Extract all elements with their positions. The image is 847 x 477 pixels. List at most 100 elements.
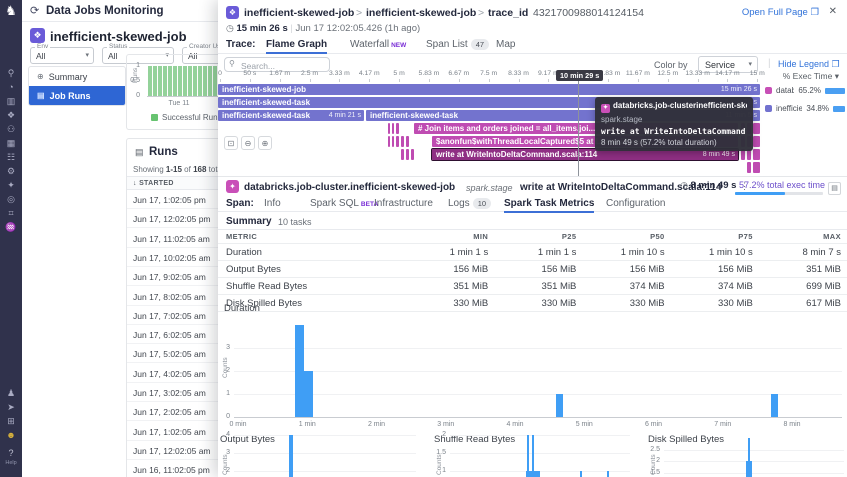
flame-span[interactable]: inefficient-skewed-job15 min 26 s <box>218 84 760 95</box>
table-row[interactable]: Jun 17, 1:02:05 am <box>127 422 218 441</box>
flame-span-fragment[interactable] <box>753 123 760 134</box>
flame-span-fragment[interactable] <box>401 149 404 160</box>
table-row[interactable]: Jun 17, 4:02:05 am <box>127 364 218 383</box>
table-row[interactable]: Jun 16, 11:02:05 pm <box>127 460 218 477</box>
clock-icon: ◷ <box>680 180 688 190</box>
legend-header[interactable]: % Exec Time ▾ <box>765 71 839 82</box>
breadcrumb-job[interactable]: inefficient-skewed-job <box>244 7 354 19</box>
tab-map[interactable]: Map <box>496 39 515 50</box>
legend-item[interactable]: inefficient-ske...34.8% <box>765 104 845 113</box>
column-header[interactable]: METRIC <box>218 232 406 241</box>
hide-legend-link[interactable]: Hide Legend ❐ <box>778 59 840 70</box>
breadcrumb-task[interactable]: inefficient-skewed-job <box>366 7 476 19</box>
shortcuts-icon[interactable]: ➤ <box>0 400 22 414</box>
tab-spark-task-metrics[interactable]: Spark Task Metrics <box>504 198 594 209</box>
reset-zoom-icon[interactable]: ⊡ <box>224 136 238 150</box>
started-column-header[interactable]: ↓ STARTED <box>133 180 174 187</box>
search-icon[interactable]: ⚲ <box>0 66 22 80</box>
close-icon[interactable]: ✕ <box>829 6 837 17</box>
gridline <box>234 453 416 454</box>
flame-span-fragment[interactable] <box>753 162 760 173</box>
table-row[interactable]: Jun 17, 5:02:05 am <box>127 344 218 363</box>
histogram-bar[interactable] <box>289 435 294 477</box>
y-tick: 1 <box>126 62 140 69</box>
trace-id-value[interactable]: 4321700988014124154 <box>533 7 644 19</box>
table-row[interactable]: Jun 17, 12:02:05 pm <box>127 209 218 228</box>
histogram-bar[interactable] <box>304 371 312 417</box>
table-row[interactable]: Jun 17, 6:02:05 am <box>127 325 218 344</box>
flame-span-fragment[interactable] <box>392 123 394 134</box>
panel-toggle-icon[interactable]: ▤ <box>828 182 841 195</box>
account-icon[interactable]: ☻ <box>0 428 22 442</box>
column-header[interactable]: P75 <box>671 232 759 241</box>
histogram-bar[interactable] <box>607 471 610 477</box>
flame-span-fragment[interactable] <box>753 149 760 160</box>
settings-icon[interactable]: ⚙ <box>0 164 22 178</box>
flame-span-fragment[interactable] <box>392 136 394 147</box>
tab-spark-sql[interactable]: Spark SQLBETA <box>310 198 378 209</box>
tab-waterfall[interactable]: WaterfallNEW <box>350 39 406 50</box>
filter-env[interactable]: EnvAll▾ <box>30 47 94 64</box>
flame-span-fragment[interactable] <box>388 123 390 134</box>
flame-span-fragment[interactable] <box>406 136 409 147</box>
legend-item[interactable]: databricks.job-...65.2% <box>765 86 845 95</box>
open-full-page-link[interactable]: Open Full Page ❐ <box>742 7 819 18</box>
column-header[interactable]: MAX <box>759 232 847 241</box>
apm-icon[interactable]: ❖ <box>0 108 22 122</box>
zoom-in-icon[interactable]: ⊕ <box>258 136 272 150</box>
integrations-icon[interactable]: ✦ <box>0 178 22 192</box>
tab-flame-graph[interactable]: Flame Graph <box>266 39 327 50</box>
histogram-bar[interactable] <box>527 435 530 477</box>
table-row[interactable]: Jun 17, 12:02:05 am <box>127 441 218 460</box>
flame-span-fragment[interactable] <box>396 123 399 134</box>
chart-bar <box>153 66 157 96</box>
tab-span-list[interactable]: Span List47 <box>426 39 489 50</box>
workflows-icon[interactable]: ♟ <box>0 386 22 400</box>
flame-span-fragment[interactable] <box>753 136 760 147</box>
histogram-bar[interactable] <box>295 325 303 417</box>
table-row[interactable]: Jun 17, 3:02:05 am <box>127 383 218 402</box>
column-header[interactable]: P25 <box>494 232 582 241</box>
metrics-icon[interactable]: ▥ <box>0 94 22 108</box>
table-row[interactable]: Jun 17, 10:02:05 am <box>127 248 218 267</box>
synthetics-icon[interactable]: ◎ <box>0 192 22 206</box>
zoom-out-icon[interactable]: ⊖ <box>241 136 255 150</box>
histogram-bar[interactable] <box>580 471 583 477</box>
tab-configuration[interactable]: Configuration <box>606 198 665 209</box>
flame-span-fragment[interactable] <box>747 162 751 173</box>
flame-span-fragment[interactable] <box>388 136 390 147</box>
flame-span-fragment[interactable] <box>401 136 404 147</box>
watchdog-icon[interactable]: ◔ <box>0 80 22 94</box>
flame-span-fragment[interactable] <box>396 136 399 147</box>
table-row[interactable]: Jun 17, 9:02:05 am <box>127 267 218 286</box>
datadog-logo-icon[interactable]: ♞ <box>0 0 22 22</box>
table-row[interactable]: Jun 17, 1:02:05 pm <box>127 190 218 209</box>
tab-info[interactable]: Info <box>264 198 281 209</box>
help-icon[interactable]: ? <box>0 448 22 458</box>
histogram-bar[interactable] <box>532 435 535 477</box>
logs-icon[interactable]: ☷ <box>0 150 22 164</box>
sidebar-item-summary[interactable]: ⊕Summary <box>29 67 125 86</box>
flame-span-fragment[interactable] <box>406 149 409 160</box>
span-service-name[interactable]: databricks.job-cluster.inefficient-skewe… <box>244 182 455 193</box>
flame-span[interactable]: inefficient-skewed-task4 min 21 s <box>218 110 364 121</box>
histogram-bar[interactable] <box>771 394 778 417</box>
histogram-bar[interactable] <box>556 394 563 417</box>
column-header[interactable]: MIN <box>406 232 494 241</box>
security-icon[interactable]: ⌗ <box>0 206 22 220</box>
table-row[interactable]: Jun 17, 11:02:05 am <box>127 229 218 248</box>
tab-infrastructure[interactable]: Infrastructure <box>374 198 433 209</box>
sidebar-item-job-runs[interactable]: ▤Job Runs <box>29 86 125 105</box>
infrastructure-icon[interactable]: ▦ <box>0 136 22 150</box>
flame-span-fragment[interactable] <box>411 149 414 160</box>
bug-search-icon[interactable]: ⚇ <box>0 122 22 136</box>
histogram-bar[interactable] <box>748 438 751 477</box>
axis-tick-mark <box>280 79 281 82</box>
streams-icon[interactable]: ♒ <box>0 220 22 234</box>
table-row[interactable]: Jun 17, 7:02:05 am <box>127 306 218 325</box>
table-row[interactable]: Jun 17, 2:02:05 am <box>127 402 218 421</box>
tab-logs[interactable]: Logs10 <box>448 198 491 209</box>
column-header[interactable]: P50 <box>582 232 670 241</box>
table-row[interactable]: Jun 17, 8:02:05 am <box>127 287 218 306</box>
apps-icon[interactable]: ⊞ <box>0 414 22 428</box>
